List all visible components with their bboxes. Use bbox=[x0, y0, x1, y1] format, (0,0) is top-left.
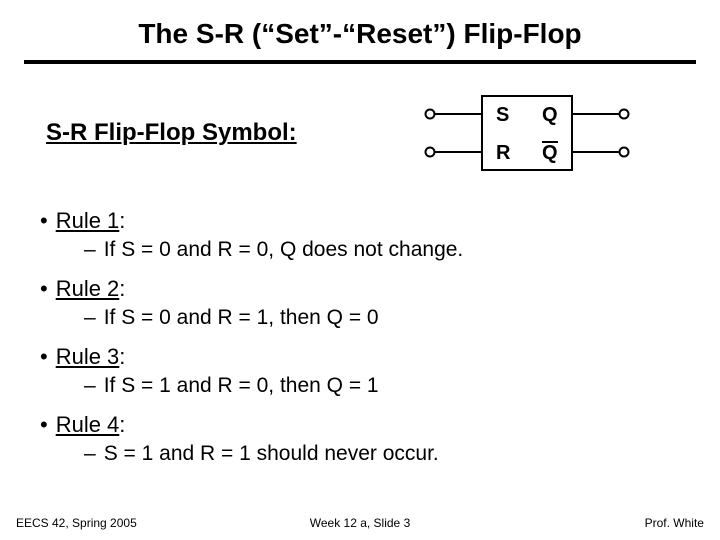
symbol-label: S-R Flip-Flop Symbol: bbox=[46, 119, 297, 147]
ff-s-label: S bbox=[496, 104, 509, 126]
rule-body: – If S = 1 and R = 0, then Q = 1 bbox=[38, 374, 692, 398]
bullet-icon: • bbox=[40, 276, 48, 302]
rule-body: – If S = 0 and R = 1, then Q = 0 bbox=[38, 306, 692, 330]
rule-text: If S = 0 and R = 1, then Q = 0 bbox=[104, 306, 379, 330]
rule-heading: • Rule 1: bbox=[38, 208, 692, 234]
flip-flop-symbol-icon: S Q R Q bbox=[422, 88, 632, 178]
slide-footer: EECS 42, Spring 2005 Week 12 a, Slide 3 … bbox=[0, 516, 720, 530]
bullet-icon: • bbox=[40, 344, 48, 370]
rule-text: If S = 0 and R = 0, Q does not change. bbox=[104, 238, 464, 262]
footer-left: EECS 42, Spring 2005 bbox=[16, 516, 245, 530]
rule-body: – If S = 0 and R = 0, Q does not change. bbox=[38, 238, 692, 262]
footer-center: Week 12 a, Slide 3 bbox=[245, 516, 474, 530]
rule-text: S = 1 and R = 1 should never occur. bbox=[104, 442, 439, 466]
rule-name: Rule 1 bbox=[56, 208, 120, 234]
footer-right: Prof. White bbox=[475, 516, 704, 530]
title-divider bbox=[24, 60, 696, 64]
rule-heading: • Rule 4: bbox=[38, 412, 692, 438]
ff-r-label: R bbox=[496, 142, 511, 164]
dash-icon: – bbox=[84, 238, 96, 262]
bullet-icon: • bbox=[40, 412, 48, 438]
rule-item: • Rule 1: – If S = 0 and R = 0, Q does n… bbox=[38, 208, 692, 262]
rule-item: • Rule 4: – S = 1 and R = 1 should never… bbox=[38, 412, 692, 466]
dash-icon: – bbox=[84, 374, 96, 398]
dash-icon: – bbox=[84, 442, 96, 466]
rule-text: If S = 1 and R = 0, then Q = 1 bbox=[104, 374, 379, 398]
rule-colon: : bbox=[119, 208, 125, 234]
rule-item: • Rule 3: – If S = 1 and R = 0, then Q =… bbox=[38, 344, 692, 398]
slide: The S-R (“Set”-“Reset”) Flip-Flop S-R Fl… bbox=[0, 0, 720, 540]
ff-qbar-label: Q bbox=[542, 142, 558, 164]
rule-name: Rule 4 bbox=[56, 412, 120, 438]
rule-name: Rule 3 bbox=[56, 344, 120, 370]
rule-colon: : bbox=[119, 344, 125, 370]
dash-icon: – bbox=[84, 306, 96, 330]
rule-colon: : bbox=[119, 412, 125, 438]
bullet-icon: • bbox=[40, 208, 48, 234]
rule-name: Rule 2 bbox=[56, 276, 120, 302]
symbol-row: S-R Flip-Flop Symbol: S Q R Q bbox=[28, 88, 692, 178]
rule-item: • Rule 2: – If S = 0 and R = 1, then Q =… bbox=[38, 276, 692, 330]
rule-body: – S = 1 and R = 1 should never occur. bbox=[38, 442, 692, 466]
rule-heading: • Rule 3: bbox=[38, 344, 692, 370]
slide-title: The S-R (“Set”-“Reset”) Flip-Flop bbox=[28, 18, 692, 60]
rule-colon: : bbox=[119, 276, 125, 302]
rule-heading: • Rule 2: bbox=[38, 276, 692, 302]
ff-q-label: Q bbox=[542, 104, 558, 126]
rules-list: • Rule 1: – If S = 0 and R = 0, Q does n… bbox=[28, 208, 692, 466]
